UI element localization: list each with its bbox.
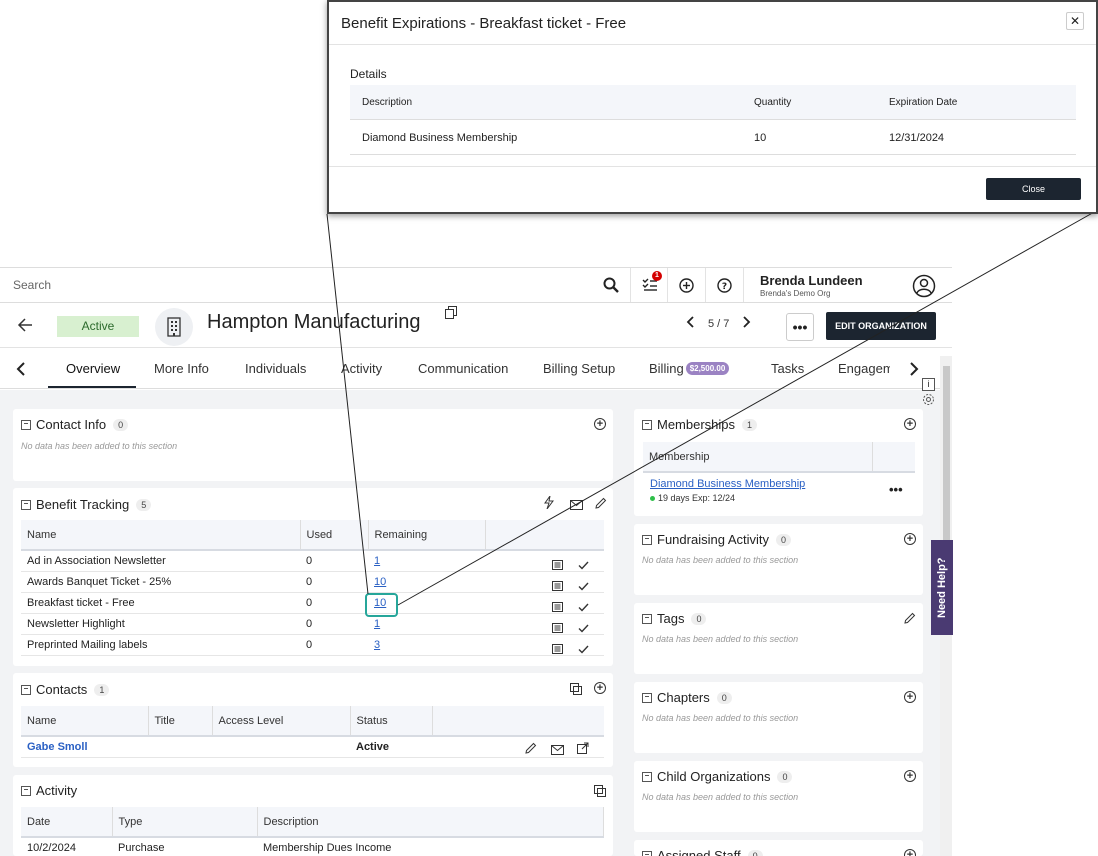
table-header-row: Description Quantity Expiration Date bbox=[350, 85, 1076, 120]
expiration-date: 12/31/2024 bbox=[889, 132, 945, 144]
benefit-expirations-modal: Benefit Expirations - Breakfast ticket -… bbox=[327, 0, 1098, 214]
details-heading: Details bbox=[350, 67, 387, 81]
column-header-description[interactable]: Description bbox=[362, 97, 412, 108]
close-button[interactable]: Close bbox=[986, 178, 1081, 200]
table-row: Diamond Business Membership 10 12/31/202… bbox=[350, 120, 1076, 155]
app-root: { "topbar": {"search_placeholder": "Sear… bbox=[0, 0, 1098, 856]
expiration-description: Diamond Business Membership bbox=[362, 132, 518, 144]
modal-title: Benefit Expirations - Breakfast ticket -… bbox=[341, 15, 627, 32]
divider bbox=[329, 44, 1096, 45]
callout-line-right bbox=[397, 210, 1097, 606]
callout-line-left bbox=[326, 213, 369, 595]
expiration-quantity: 10 bbox=[754, 132, 767, 144]
column-header-expiration[interactable]: Expiration Date bbox=[889, 97, 957, 108]
column-header-quantity[interactable]: Quantity bbox=[754, 97, 791, 108]
close-icon[interactable]: ✕ bbox=[1066, 12, 1084, 30]
divider bbox=[329, 166, 1096, 167]
expirations-table: Description Quantity Expiration Date Dia… bbox=[350, 85, 1076, 155]
